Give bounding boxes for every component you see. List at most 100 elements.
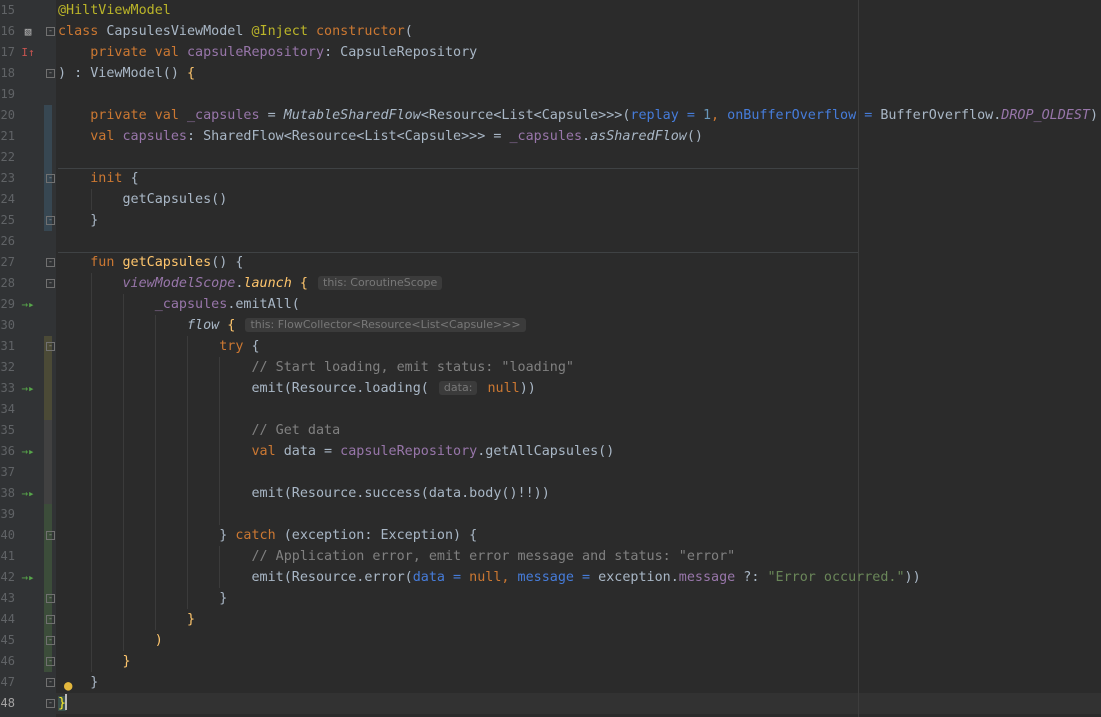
fold-marker-icon[interactable]: - [46, 279, 55, 288]
code-token: onBufferOverflow = [727, 108, 881, 123]
code-comment: // Application error, emit error message… [251, 549, 736, 564]
code-line-30[interactable]: flow { this: FlowCollector<Resource<List… [58, 315, 528, 336]
code-token: emit(Resource.error( [251, 570, 413, 585]
code-line-35[interactable]: // Get data [58, 420, 340, 441]
code-line-40[interactable]: } catch (exception: Exception) { [58, 525, 477, 546]
code-line-17[interactable]: private val capsuleRepository: CapsuleRe… [58, 42, 477, 63]
line-number: 43 [0, 591, 15, 605]
fold-marker-icon[interactable]: - [46, 636, 55, 645]
code-token: { [187, 66, 196, 81]
code-line-41[interactable]: // Application error, emit error message… [58, 546, 735, 567]
line-number: 35 [0, 423, 15, 437]
code-line-33[interactable]: emit(Resource.loading( data: null)) [58, 378, 536, 399]
code-line-38[interactable]: emit(Resource.success(data.body()!!)) [58, 483, 549, 504]
line-number: 22 [0, 150, 15, 164]
line-number: 41 [0, 549, 15, 563]
code-token: ( [404, 24, 413, 39]
code-line-25[interactable]: } [58, 210, 98, 231]
fold-marker-icon[interactable]: - [46, 699, 55, 708]
code-token: { [219, 318, 236, 333]
fold-marker-icon[interactable]: - [46, 27, 55, 36]
code-line-23[interactable]: init { [58, 168, 139, 189]
code-token: data = [283, 444, 341, 459]
fold-marker-icon[interactable]: - [46, 657, 55, 666]
hierarchy-icon[interactable]: ▧ [18, 21, 38, 42]
fold-marker-icon[interactable]: - [46, 174, 55, 183]
code-line-24[interactable]: getCapsules() [58, 189, 228, 210]
suspend-call-icon[interactable]: →▸ [18, 567, 38, 588]
code-line-31[interactable]: try { [58, 336, 259, 357]
code-line-44[interactable]: } [58, 609, 195, 630]
code-token: null [469, 570, 502, 585]
code-token: data = [412, 570, 470, 585]
code-token: val [90, 129, 123, 144]
code-token: } [219, 591, 228, 606]
line-number: 34 [0, 402, 15, 416]
code-token: ?: [735, 570, 768, 585]
code-token: } [90, 213, 99, 228]
code-line-47[interactable]: } [58, 672, 98, 693]
override-icon[interactable]: I↑ [18, 42, 38, 63]
code-line-46[interactable]: } [58, 651, 131, 672]
code-line-28[interactable]: viewModelScope.launch { this: CoroutineS… [58, 273, 444, 294]
code-editor[interactable]: 15 16 17 18 19 20 21 22 23 24 25 26 27 28 29 30 31 32 33 34… [0, 0, 1101, 717]
code-line-43[interactable]: } [58, 588, 227, 609]
fold-marker-icon[interactable]: - [46, 69, 55, 78]
line-number: 18 [0, 66, 15, 80]
code-token: .getAllCapsules() [477, 444, 615, 459]
suspend-call-icon[interactable]: →▸ [18, 483, 38, 504]
fold-marker-icon[interactable]: - [46, 678, 55, 687]
code-token: _capsules [154, 297, 228, 312]
code-line-15[interactable]: @HiltViewModel [58, 0, 171, 21]
suspend-call-icon[interactable]: →▸ [18, 378, 38, 399]
code-token: )) [519, 381, 536, 396]
code-token: } [187, 612, 196, 627]
code-token: . [582, 129, 591, 144]
code-line-32[interactable]: // Start loading, emit status: "loading" [58, 357, 574, 378]
line-number: 24 [0, 192, 15, 206]
code-token: exception. [598, 570, 679, 585]
code-line-29[interactable]: _capsules.emitAll( [58, 294, 300, 315]
code-token: private [90, 45, 155, 60]
code-token: , [501, 570, 518, 585]
code-token: emit(Resource.loading( [251, 381, 429, 396]
code-line-21[interactable]: val capsules: SharedFlow<Resource<List<C… [58, 126, 703, 147]
suspend-call-icon[interactable]: →▸ [18, 441, 38, 462]
fold-marker-icon[interactable]: - [46, 531, 55, 540]
code-token: MutableSharedFlow [283, 108, 421, 123]
change-bar [44, 105, 52, 231]
current-line-highlight [56, 693, 1101, 714]
code-token: message = [517, 570, 599, 585]
line-number: 32 [0, 360, 15, 374]
fold-marker-icon[interactable]: - [46, 594, 55, 603]
line-number: 31 [0, 339, 15, 353]
fold-marker-icon[interactable]: - [46, 216, 55, 225]
code-token: { [130, 171, 139, 186]
code-token: val [154, 45, 187, 60]
code-line-20[interactable]: private val _capsules = MutableSharedFlo… [58, 105, 1098, 126]
code-token: <Resource<List<Capsule>>>( [420, 108, 631, 123]
text-caret [65, 694, 68, 710]
code-line-48[interactable]: } [58, 693, 68, 714]
code-line-27[interactable]: fun getCapsules() { [58, 252, 243, 273]
suspend-call-icon[interactable]: →▸ [18, 294, 38, 315]
code-token: val [154, 108, 187, 123]
code-line-36[interactable]: val data = capsuleRepository.getAllCapsu… [58, 441, 614, 462]
line-number: 20 [0, 108, 15, 122]
code-token: flow [187, 318, 220, 333]
code-token: } [219, 528, 236, 543]
code-token: DROP_OLDEST [1001, 108, 1090, 123]
code-line-16[interactable]: class CapsulesViewModel @Inject construc… [58, 21, 413, 42]
code-token: init [90, 171, 131, 186]
code-token: catch [235, 528, 284, 543]
code-comment: // Start loading, emit status: "loading" [251, 360, 574, 375]
code-line-45[interactable]: ) [58, 630, 163, 651]
fold-marker-icon[interactable]: - [46, 258, 55, 267]
code-line-18[interactable]: ) : ViewModel() { [58, 63, 195, 84]
fold-marker-icon[interactable]: - [46, 615, 55, 624]
inlay-hint: data: [438, 381, 478, 395]
fold-marker-icon[interactable]: - [46, 342, 55, 351]
line-number: 19 [0, 87, 15, 101]
code-line-42[interactable]: emit(Resource.error(data = null, message… [58, 567, 920, 588]
code-token: () [686, 129, 703, 144]
